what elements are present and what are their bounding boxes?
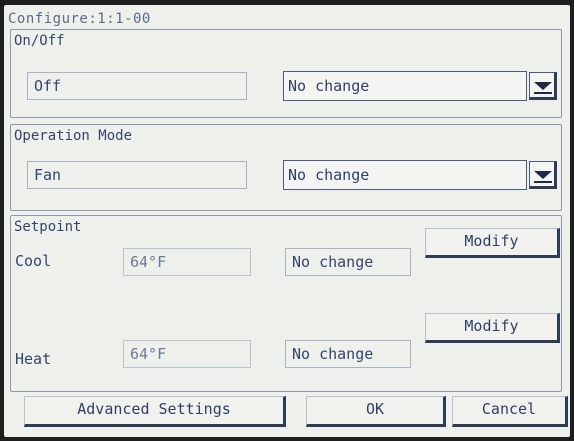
onoff-group: On/Off Off No change (10, 29, 562, 118)
page-title: Configure:1:1-00 (8, 11, 151, 27)
operation-mode-group: Operation Mode Fan No change (10, 124, 562, 211)
setpoint-group: Setpoint Cool 64°F No change Modify Modi… (10, 215, 562, 392)
heat-label: Heat (15, 350, 52, 368)
chevron-down-icon (534, 82, 552, 90)
cool-modify-button[interactable]: Modify (425, 228, 560, 258)
operation-mode-dropdown-button[interactable] (529, 161, 557, 189)
cool-current-value: 64°F (123, 248, 251, 276)
onoff-current-value: Off (27, 72, 247, 100)
advanced-settings-button[interactable]: Advanced Settings (24, 396, 286, 427)
cool-label: Cool (15, 252, 52, 270)
cool-change-value: No change (285, 248, 411, 276)
heat-change-value: No change (285, 340, 411, 368)
chevron-down-icon (534, 171, 552, 179)
operation-mode-label: Operation Mode (14, 128, 133, 144)
onoff-select[interactable]: No change (283, 71, 527, 101)
operation-mode-select[interactable]: No change (283, 160, 527, 190)
configure-screen: Configure:1:1-00 On/Off Off No change Op… (4, 5, 570, 437)
operation-mode-current-value: Fan (27, 161, 247, 189)
heat-current-value: 64°F (123, 340, 251, 368)
onoff-label: On/Off (14, 33, 65, 49)
heat-modify-button[interactable]: Modify (425, 313, 560, 343)
onoff-dropdown-button[interactable] (529, 72, 557, 100)
cancel-button[interactable]: Cancel (452, 396, 568, 427)
ok-button[interactable]: OK (306, 396, 446, 427)
setpoint-label: Setpoint (14, 219, 82, 235)
